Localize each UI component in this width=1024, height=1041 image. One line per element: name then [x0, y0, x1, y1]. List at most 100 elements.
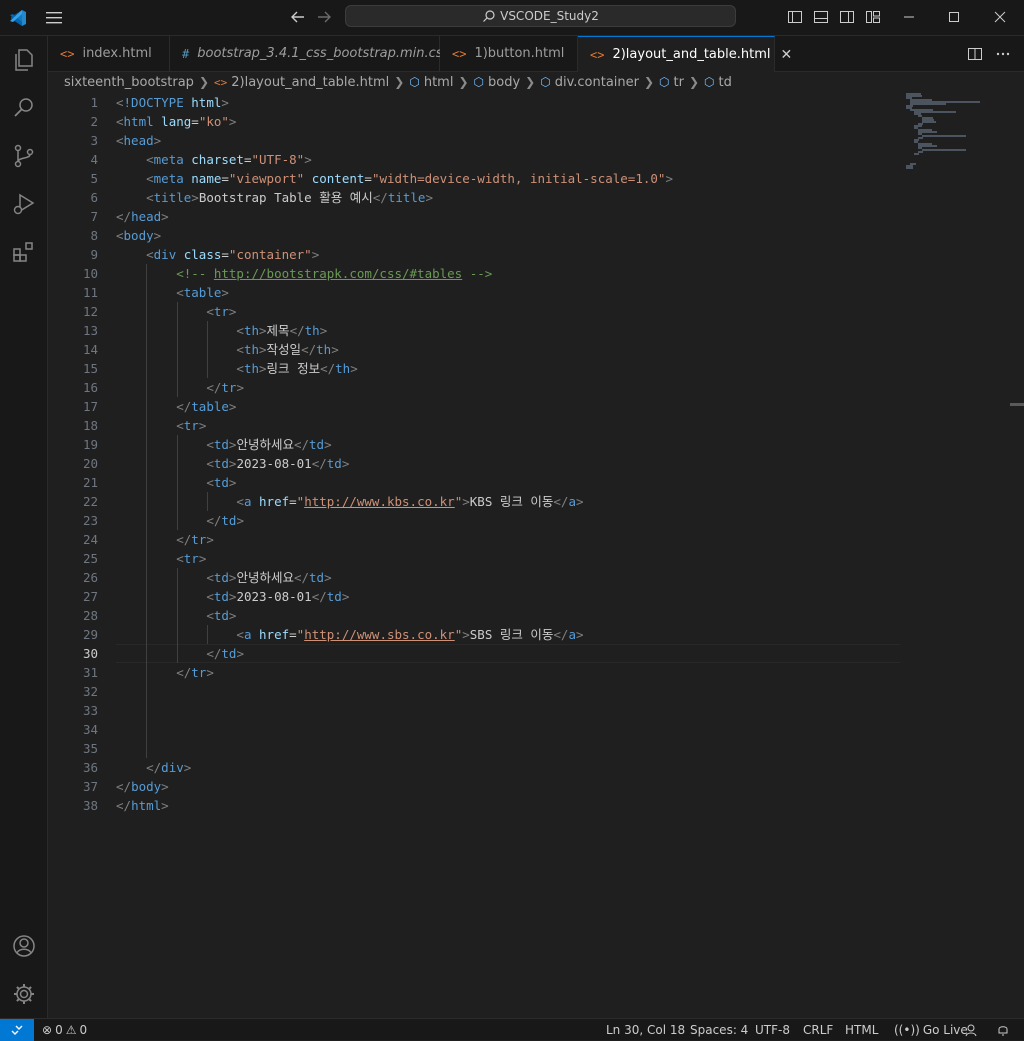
tab-button-html[interactable]: <> 1)button.html [440, 36, 578, 71]
code-line[interactable]: <td>2023-08-01</td> [116, 587, 349, 606]
line-number: 3 [90, 133, 98, 148]
close-icon[interactable] [977, 0, 1023, 34]
indent-guide [176, 435, 178, 530]
minimap-line [914, 153, 919, 155]
close-tab-icon[interactable]: ✕ [780, 47, 792, 63]
code-line[interactable]: </tr> [116, 378, 244, 397]
minimap-line [922, 135, 966, 137]
manage-gear-icon[interactable] [0, 970, 47, 1018]
code-line[interactable]: <meta charset="UTF-8"> [116, 150, 312, 169]
code-line[interactable]: </td> [116, 511, 244, 530]
encoding[interactable]: UTF-8 [755, 1019, 790, 1040]
code-line[interactable]: <a href="http://www.kbs.co.kr">KBS 링크 이동… [116, 492, 583, 511]
remote-icon [11, 1025, 23, 1035]
minimap-line [906, 167, 913, 169]
code-line[interactable]: <tr> [116, 549, 206, 568]
breadcrumb-symbol-div[interactable]: ⬡ div.container [540, 75, 639, 90]
feedback-icon[interactable] [965, 1019, 979, 1040]
tab-label: 2)layout_and_table.html [612, 47, 771, 62]
source-control-icon[interactable] [0, 132, 47, 180]
tab-label: bootstrap_3.4.1_css_bootstrap.min.css [197, 46, 450, 61]
extensions-icon[interactable] [0, 228, 47, 276]
tab-layout-and-table-html[interactable]: <> 2)layout_and_table.html ✕ [578, 36, 792, 72]
code-line[interactable]: </body> [116, 777, 169, 796]
line-number: 22 [82, 494, 98, 509]
run-debug-icon[interactable] [0, 180, 47, 228]
arrow-right-icon[interactable] [314, 7, 334, 27]
code-line[interactable]: <meta name="viewport" content="width=dev… [116, 169, 673, 188]
toggle-panel-icon[interactable] [811, 7, 831, 27]
go-live-button[interactable]: ((•)) Go Live [894, 1019, 968, 1040]
code-line[interactable]: <table> [116, 283, 229, 302]
code-line[interactable]: <title>Bootstrap Table 활용 예시</title> [116, 188, 433, 207]
code-line[interactable]: </head> [116, 207, 169, 226]
maximize-icon[interactable] [931, 0, 977, 34]
code-line[interactable]: <th>작성일</th> [116, 340, 338, 359]
more-actions-icon[interactable] [993, 44, 1013, 64]
code-line[interactable]: </div> [116, 758, 191, 777]
code-line[interactable]: </td> [116, 644, 244, 663]
code-line[interactable]: <!-- http://bootstrapk.com/css/#tables -… [116, 264, 492, 283]
symbol-element-icon: ⬡ [409, 75, 420, 89]
breadcrumb-symbol-tr[interactable]: ⬡ tr [659, 75, 684, 90]
search-icon[interactable] [0, 84, 47, 132]
problems-indicator[interactable]: ⊗ 0 ⚠ 0 [42, 1019, 87, 1040]
chevron-right-icon: ❯ [688, 75, 700, 89]
breadcrumb-symbol-td[interactable]: ⬡ td [704, 75, 732, 90]
line-number: 9 [90, 247, 98, 262]
line-number: 8 [90, 228, 98, 243]
editor-tabs: <> index.html # bootstrap_3.4.1_css_boot… [48, 36, 1024, 72]
code-line[interactable]: <html lang="ko"> [116, 112, 236, 131]
line-number: 18 [82, 418, 98, 433]
notifications-bell-icon[interactable] [996, 1019, 1010, 1040]
code-line[interactable]: </tr> [116, 663, 214, 682]
breadcrumb-symbol-body[interactable]: ⬡ body [474, 75, 521, 90]
breadcrumb-folder[interactable]: sixteenth_bootstrap [64, 75, 194, 90]
vertical-scrollbar[interactable] [1010, 403, 1024, 406]
breadcrumb-file[interactable]: <> 2)layout_and_table.html [214, 75, 389, 90]
minimize-icon[interactable] [886, 0, 932, 34]
language-mode[interactable]: HTML [845, 1019, 878, 1040]
indentation[interactable]: Spaces: 4 [690, 1019, 748, 1040]
symbol-element-icon: ⬡ [704, 75, 715, 89]
line-number: 21 [82, 475, 98, 490]
minimap[interactable] [906, 93, 1006, 173]
tab-bootstrap-css[interactable]: # bootstrap_3.4.1_css_bootstrap.min.css [170, 36, 449, 71]
code-line[interactable]: <tr> [116, 416, 206, 435]
line-number: 26 [82, 570, 98, 585]
code-line[interactable]: <td>2023-08-01</td> [116, 454, 349, 473]
split-editor-icon[interactable] [965, 44, 985, 64]
command-center-search[interactable]: VSCODE_Study2 [345, 5, 736, 27]
code-line[interactable]: <!DOCTYPE html> [116, 93, 229, 112]
code-line[interactable]: <head> [116, 131, 161, 150]
code-line[interactable]: </html> [116, 796, 169, 815]
code-line[interactable]: <td>안녕하세요</td> [116, 435, 331, 454]
cursor-position[interactable]: Ln 30, Col 18 [606, 1019, 685, 1040]
code-line[interactable]: <div class="container"> [116, 245, 319, 264]
code-editor[interactable]: 1 2 3 4 5 6 7 8 9 10 11 12 13 14 15 16 17 18 19 20 21 22 23 24 2… [48, 93, 1024, 1018]
breadcrumb-symbol-html[interactable]: ⬡ html [409, 75, 453, 90]
minimap-line [922, 149, 966, 151]
code-line[interactable]: </tr> [116, 530, 214, 549]
line-number: 29 [82, 627, 98, 642]
code-line[interactable]: <body> [116, 226, 161, 245]
explorer-icon[interactable] [0, 36, 47, 84]
menu-icon[interactable] [44, 8, 64, 28]
code-line[interactable]: <td>안녕하세요</td> [116, 568, 331, 587]
code-line[interactable]: </table> [116, 397, 236, 416]
tab-index-html[interactable]: <> index.html [48, 36, 170, 71]
code-line[interactable]: <a href="http://www.sbs.co.kr">SBS 링크 이동… [116, 625, 583, 644]
toggle-primary-sidebar-icon[interactable] [785, 7, 805, 27]
accounts-icon[interactable] [0, 922, 47, 970]
customize-layout-icon[interactable] [863, 7, 883, 27]
code-line[interactable]: <th>제목</th> [116, 321, 327, 340]
arrow-left-icon[interactable] [288, 7, 308, 27]
line-number: 32 [82, 684, 98, 699]
code-line[interactable]: <th>링크 정보</th> [116, 359, 357, 378]
end-of-line[interactable]: CRLF [803, 1019, 833, 1040]
symbol-element-icon: ⬡ [473, 75, 484, 89]
line-number: 23 [82, 513, 98, 528]
toggle-secondary-sidebar-icon[interactable] [837, 7, 857, 27]
vscode-logo[interactable] [8, 8, 28, 28]
remote-indicator[interactable] [0, 1019, 34, 1041]
